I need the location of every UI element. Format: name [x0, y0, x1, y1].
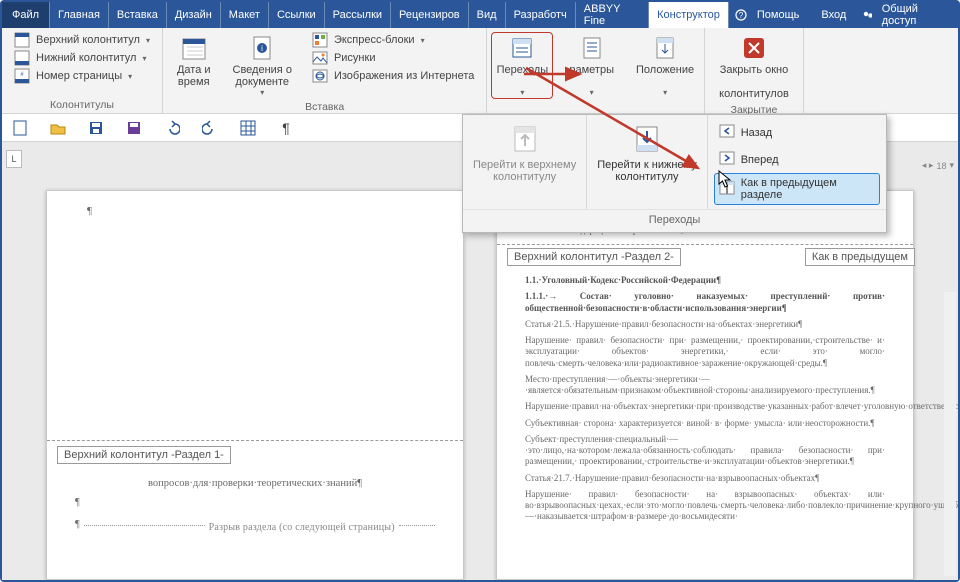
header-tag-section1: Верхний колонтитул -Раздел 1-: [57, 446, 231, 464]
goto-footer-icon: [631, 123, 663, 155]
tab-bar: Файл Главная Вставка Дизайн Макет Ссылки…: [2, 2, 958, 28]
section-break-label: Разрыв раздела (со следующей страницы): [209, 521, 395, 535]
tab-insert[interactable]: Вставка: [109, 2, 167, 28]
para: Субъективная· сторона· характеризуется· …: [525, 418, 885, 429]
popup-back[interactable]: Назад: [714, 119, 880, 146]
picture-icon: [312, 50, 328, 66]
para: 1.1.1.·→ Состав· уголовно· наказуемых· п…: [525, 291, 885, 314]
qat-redo[interactable]: [202, 120, 218, 136]
group-close: Закрыть окноколонтитулов Закрытие: [705, 28, 804, 113]
header-tag-section2: Верхний колонтитул -Раздел 2-: [507, 248, 681, 266]
group-insert: Дата и время i Сведения о документе▾ Экс…: [163, 28, 487, 113]
tab-references[interactable]: Ссылки: [269, 2, 325, 28]
ruler-corner: L: [6, 150, 22, 168]
share-button[interactable]: Общий доступ: [856, 3, 952, 27]
btn-online-pictures[interactable]: Изображения из Интернета: [308, 68, 478, 84]
svg-text:?: ?: [739, 11, 744, 20]
vertical-scrollbar[interactable]: [944, 292, 956, 576]
params-icon: [578, 34, 606, 62]
qat-paragraph[interactable]: ¶: [278, 120, 294, 136]
ruler-right-marker: ◂ ▸ 18 ▾: [922, 160, 954, 171]
page-section-1: ¶ Верхний колонтитул -Раздел 1- вопросов…: [46, 190, 464, 580]
qat-save2[interactable]: [126, 120, 142, 136]
body-line: вопросов·для·проверки·теоретических·знан…: [75, 477, 435, 491]
svg-text:i: i: [261, 44, 263, 53]
close-icon: [740, 34, 768, 62]
online-pic-icon: [312, 68, 328, 84]
qat-open[interactable]: [50, 120, 66, 136]
para: Субъект·преступления·специальный·—·это·л…: [525, 434, 885, 468]
tab-home[interactable]: Главная: [50, 2, 109, 28]
transitions-popup: Перейти к верхнему колонтитулу Перейти к…: [462, 114, 887, 233]
file-tab[interactable]: Файл: [2, 2, 50, 28]
btn-quickparts[interactable]: Экспресс-блоки ▾: [308, 32, 429, 48]
docinfo-icon: i: [248, 34, 276, 62]
heading: 1.1.·Уголовный·Кодекс·Российской·Федерац…: [525, 275, 885, 286]
tab-review[interactable]: Рецензиров: [391, 2, 469, 28]
para: Место·преступления·—·объекты·энергетики·…: [525, 374, 885, 397]
signin-button[interactable]: Вход: [815, 9, 852, 21]
popup-link-to-previous[interactable]: Как в предыдущем разделе: [714, 173, 880, 205]
popup-goto-footer[interactable]: Перейти к нижнему колонтитулу: [595, 121, 698, 185]
btn-date-time[interactable]: Дата и время: [171, 32, 217, 90]
header-tag-sameasprev: Как в предыдущем: [805, 248, 915, 266]
ribbon: Верхний колонтитул ▾ Нижний колонтитул ▾…: [2, 28, 958, 114]
btn-position[interactable]: Положение▾: [630, 32, 700, 99]
group-label: [594, 99, 597, 113]
para: Нарушение·правил·на·объектах·энергетики·…: [525, 401, 885, 412]
btn-doc-info[interactable]: i Сведения о документе▾: [227, 32, 298, 99]
position-icon: [651, 34, 679, 62]
popup-forward[interactable]: Вперед: [714, 146, 880, 173]
header-icon: [14, 32, 30, 48]
group-header-footer: Верхний колонтитул ▾ Нижний колонтитул ▾…: [2, 28, 163, 113]
footer-icon: [14, 50, 30, 66]
qat-table[interactable]: [240, 120, 256, 136]
tab-mailings[interactable]: Рассылки: [325, 2, 391, 28]
pagenum-icon: #: [14, 68, 30, 84]
btn-close-headerfooter[interactable]: Закрыть окноколонтитулов: [713, 32, 795, 102]
tab-abbyy[interactable]: ABBYY Fine: [576, 2, 649, 28]
pilcrow-icon: ¶: [87, 205, 92, 217]
qat-undo[interactable]: [164, 120, 180, 136]
group-label: Вставка: [305, 99, 344, 113]
btn-bot-footer[interactable]: Нижний колонтитул ▾: [10, 50, 150, 66]
btn-page-number[interactable]: #Номер страницы ▾: [10, 68, 136, 84]
back-icon: [719, 123, 735, 142]
tab-developer[interactable]: Разработч: [506, 2, 576, 28]
para: Статья·21.5.·Нарушение·правил·безопаснос…: [525, 319, 885, 330]
transition-icon: [508, 34, 536, 62]
forward-icon: [719, 150, 735, 169]
doc-body-2: 1.1.·Уголовный·Кодекс·Российской·Федерац…: [497, 245, 913, 538]
tab-design[interactable]: Дизайн: [167, 2, 221, 28]
qat-save[interactable]: [88, 120, 104, 136]
quickparts-icon: [312, 32, 328, 48]
para: Статья·21.7.·Нарушение·правил·безопаснос…: [525, 473, 885, 484]
btn-pictures[interactable]: Рисунки: [308, 50, 380, 66]
btn-top-header[interactable]: Верхний колонтитул ▾: [10, 32, 154, 48]
tab-view[interactable]: Вид: [469, 2, 506, 28]
popup-footer-label: Переходы: [463, 209, 886, 232]
para: Нарушение· правил· безопасности· при· ра…: [525, 335, 885, 369]
link-prev-icon: [719, 180, 735, 199]
popup-goto-header: Перейти к верхнему колонтитулу: [471, 121, 578, 185]
btn-transitions[interactable]: Переходы▾: [491, 32, 553, 99]
header-area-1[interactable]: ¶ Верхний колонтитул -Раздел 1-: [47, 191, 463, 441]
page-section-2: ¶ оссийской· Федерации· в·строительства¶…: [496, 190, 914, 580]
help-button[interactable]: ?Помощь: [729, 9, 812, 21]
goto-header-icon: [509, 123, 541, 155]
group-label: Колонтитулы: [50, 97, 114, 111]
group-navigation: Переходы▾ раметры▾ Положение▾: [487, 28, 705, 113]
qat-new[interactable]: [12, 120, 28, 136]
tab-designer[interactable]: Конструктор: [649, 2, 729, 28]
para: Нарушение· правил· безопасности· на· взр…: [525, 489, 885, 523]
calendar-icon: [180, 34, 208, 62]
tab-layout[interactable]: Макет: [221, 2, 269, 28]
btn-parameters[interactable]: раметры▾: [563, 32, 620, 99]
